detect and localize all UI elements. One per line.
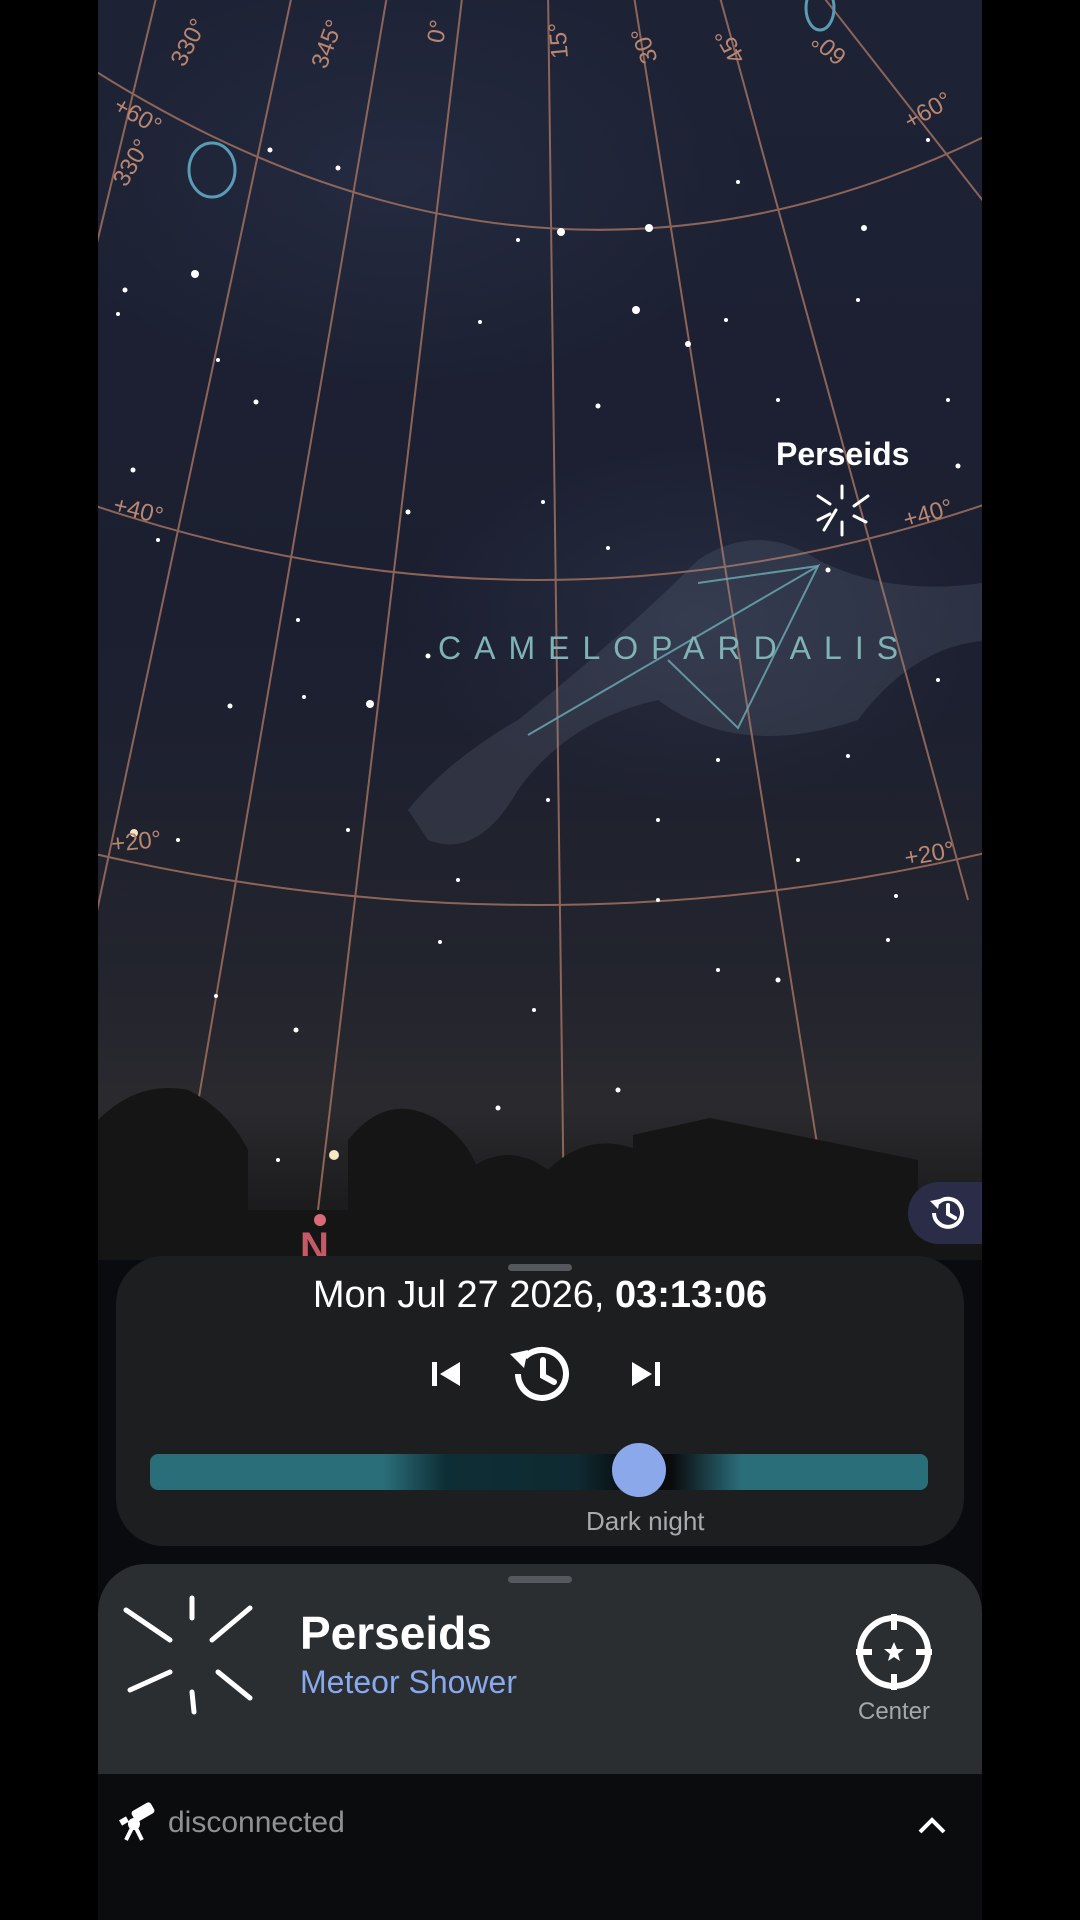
drag-handle[interactable] [508,1264,572,1271]
connection-status-text: disconnected [168,1806,345,1839]
horizon-silhouette [98,1088,982,1260]
object-label[interactable]: Perseids [776,436,909,473]
skip-previous-icon [432,1362,460,1386]
ra-label: 330° [108,135,156,191]
datetime-display[interactable]: Mon Jul 27 2026, 03:13:06 [116,1274,964,1317]
history-icon [510,1346,569,1401]
ra-label: 45° [710,24,752,69]
center-label: Center [858,1698,931,1725]
drag-handle[interactable] [508,1576,572,1583]
date-text: Mon Jul 27 2026, [312,1274,605,1316]
time-history-button[interactable] [908,1182,982,1244]
ra-label: 345° [306,16,348,72]
meteor-shower-icon [123,1595,253,1715]
dec-label: +40° [111,492,166,530]
constellation-name: CAMELOPARDALIS [438,630,912,666]
chevron-up-icon[interactable] [916,1814,948,1836]
connection-status-bar[interactable]: disconnected [98,1774,982,1920]
time-slider-thumb[interactable] [612,1443,666,1497]
slider-label: Dark night [586,1506,705,1536]
object-info-panel[interactable]: Perseids Meteor Shower Center [98,1564,982,1774]
object-title: Perseids [300,1607,492,1659]
telescope-icon [119,1802,155,1841]
center-button[interactable] [854,1612,934,1692]
reset-time-button[interactable] [502,1334,582,1414]
ra-label: 330° [165,14,212,71]
crosshair-star-icon [856,1614,932,1690]
time-text: 03:13:06 [614,1274,768,1316]
time-slider-track[interactable] [150,1454,928,1490]
next-button[interactable] [616,1344,676,1404]
ra-label: 0° [422,18,453,45]
object-type: Meteor Shower [300,1664,517,1700]
sky-view[interactable]: 330° 345° 0° 15° 30° 45° 60° +60° 330° +… [98,0,982,1269]
time-control-card: Mon Jul 27 2026, 03:13:06 Dark night [116,1256,964,1546]
ra-label: 15° [544,21,574,60]
dec-label: +60° [109,92,166,141]
dec-label: +40° [900,494,956,534]
skip-next-icon [632,1362,660,1386]
ra-label: 60° [807,26,852,70]
dec-label: +20° [110,826,163,858]
ra-label: 30° [626,24,664,67]
dec-label: +20° [902,837,956,872]
history-icon [930,1196,964,1229]
dec-label: +60° [900,87,957,136]
sky-map-app: 330° 345° 0° 15° 30° 45° 60° +60° 330° +… [98,0,982,1920]
previous-button[interactable] [416,1344,476,1404]
